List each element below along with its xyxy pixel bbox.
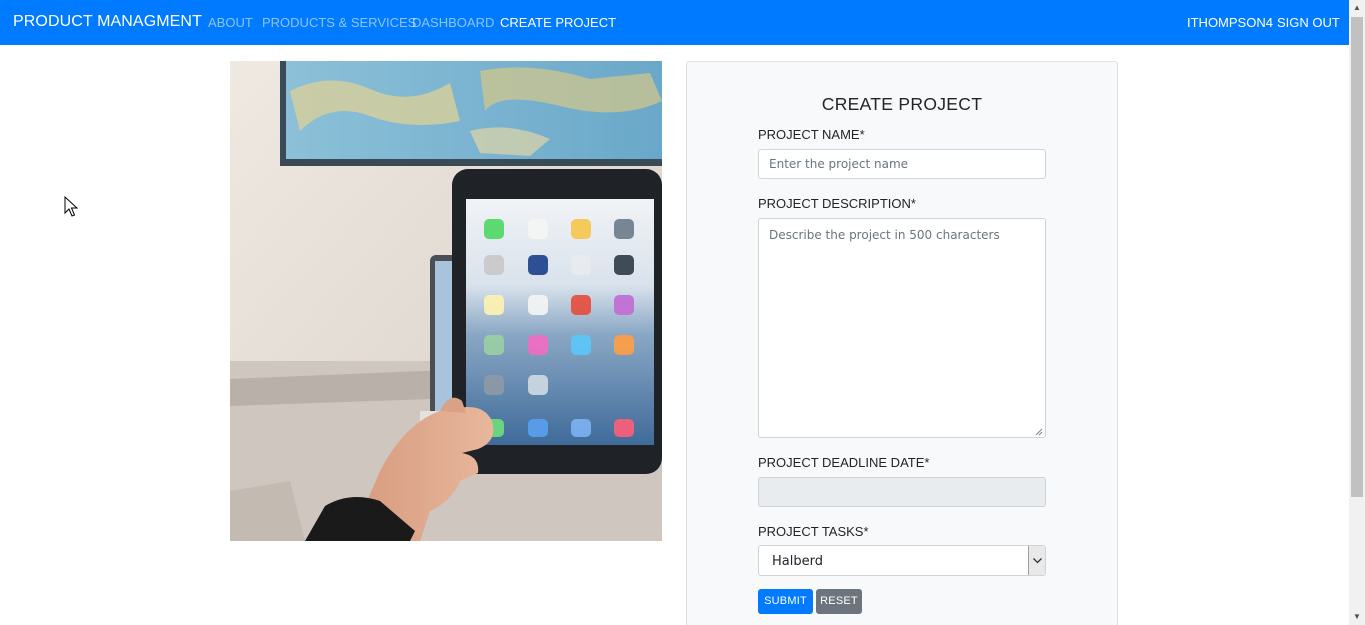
user-link[interactable]: ITHOMPSON4	[1187, 15, 1273, 30]
project-name-input[interactable]	[758, 149, 1046, 179]
project-deadline-label: PROJECT DEADLINE DATE*	[758, 455, 930, 470]
project-description-label: PROJECT DESCRIPTION*	[758, 196, 916, 211]
create-project-card: CREATE PROJECT PROJECT NAME* PROJECT DES…	[686, 61, 1118, 625]
submit-button[interactable]: SUBMIT	[758, 589, 813, 614]
scroll-thumb[interactable]	[1351, 17, 1363, 497]
vertical-scrollbar[interactable]: ▲ ▼	[1349, 0, 1365, 625]
nav-link-dashboard[interactable]: DASHBOARD	[412, 15, 494, 30]
project-tasks-select[interactable]: Halberd	[758, 545, 1046, 576]
resize-grip-icon[interactable]	[1033, 426, 1043, 436]
project-description-textarea[interactable]	[758, 218, 1046, 438]
chevron-down-icon[interactable]	[1028, 546, 1045, 575]
form-title: CREATE PROJECT	[821, 94, 983, 114]
project-deadline-input[interactable]	[758, 477, 1046, 507]
scroll-up-arrow-icon[interactable]: ▲	[1349, 0, 1365, 16]
top-navbar: PRODUCT MANAGMENT ABOUT PRODUCTS & SERVI…	[0, 0, 1349, 45]
reset-button[interactable]: RESET	[816, 589, 862, 614]
mouse-pointer-icon	[64, 196, 78, 217]
sign-out-link[interactable]: SIGN OUT	[1277, 15, 1340, 30]
nav-link-products-services[interactable]: PRODUCTS & SERVICES	[262, 15, 416, 30]
hand-holding-tablet-photo	[230, 61, 662, 541]
scroll-down-arrow-icon[interactable]: ▼	[1349, 609, 1365, 625]
project-tasks-selected-value: Halberd	[772, 554, 823, 569]
nav-link-create-project[interactable]: CREATE PROJECT	[500, 15, 616, 30]
project-tasks-label: PROJECT TASKS*	[758, 524, 869, 539]
nav-link-about[interactable]: ABOUT	[208, 15, 253, 30]
project-name-label: PROJECT NAME*	[758, 127, 865, 142]
brand-link[interactable]: PRODUCT MANAGMENT	[13, 13, 202, 31]
